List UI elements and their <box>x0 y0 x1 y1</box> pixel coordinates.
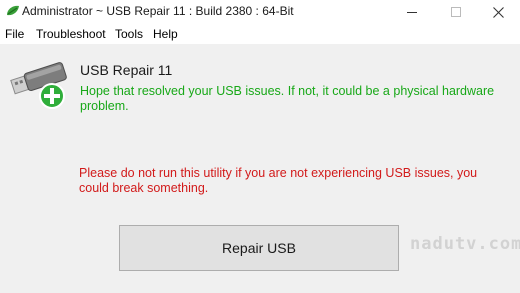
close-icon <box>492 6 504 18</box>
menu-tools[interactable]: Tools <box>115 27 143 41</box>
menu-help[interactable]: Help <box>153 27 178 41</box>
title-bar: Administrator ~ USB Repair 11 : Build 23… <box>0 0 520 24</box>
watermark-text: nadutv.com <box>410 234 520 254</box>
repair-usb-button[interactable]: Repair USB <box>119 225 399 271</box>
maximize-icon <box>451 7 461 17</box>
minimize-button[interactable] <box>392 0 432 24</box>
app-heading: USB Repair 11 <box>80 62 173 78</box>
close-button[interactable] <box>478 0 518 24</box>
maximize-button[interactable] <box>436 0 476 24</box>
window-title: Administrator ~ USB Repair 11 : Build 23… <box>22 4 294 18</box>
app-leaf-icon <box>7 5 19 16</box>
usb-drive-add-icon <box>10 62 67 109</box>
minimize-icon <box>407 12 417 13</box>
main-panel: USB Repair 11 Hope that resolved your US… <box>0 44 520 293</box>
menu-file[interactable]: File <box>5 27 24 41</box>
menu-troubleshoot[interactable]: Troubleshoot <box>36 27 106 41</box>
success-message: Hope that resolved your USB issues. If n… <box>80 84 495 113</box>
warning-message: Please do not run this utility if you ar… <box>79 166 478 195</box>
menu-bar: File Troubleshoot Tools Help <box>0 24 520 44</box>
